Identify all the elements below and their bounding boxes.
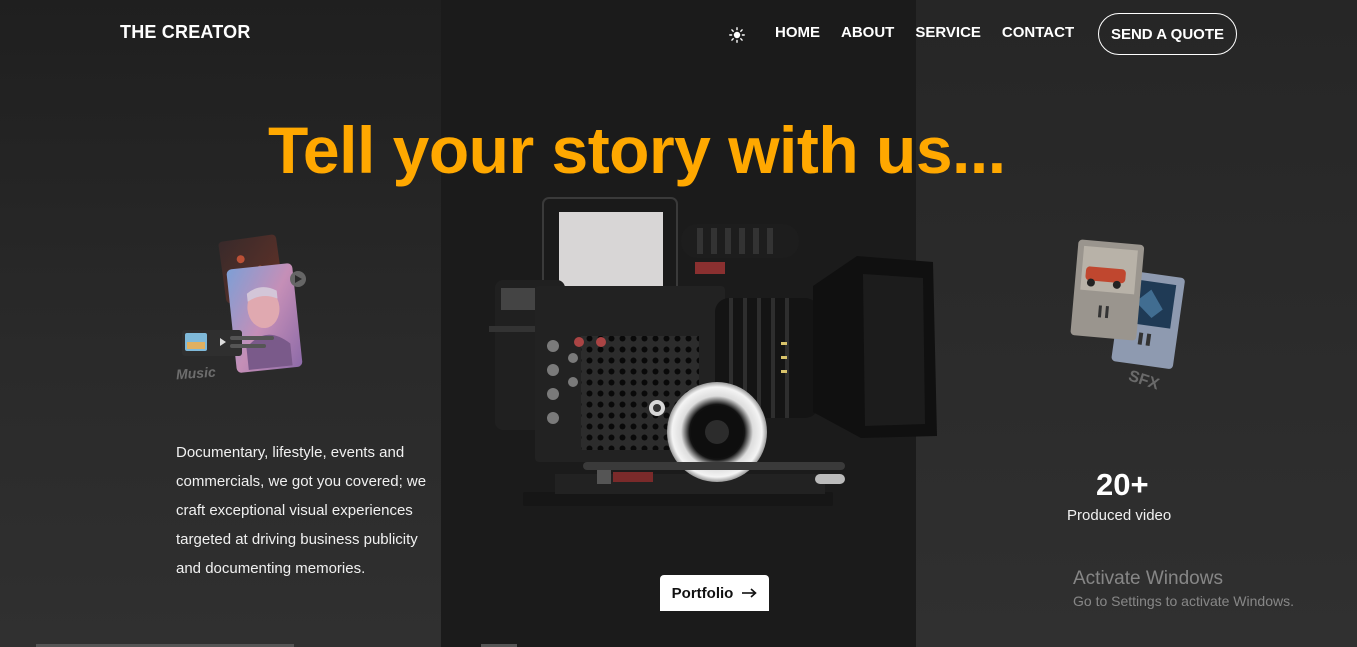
sun-icon[interactable]: [728, 26, 746, 44]
nav-contact[interactable]: CONTACT: [1002, 24, 1074, 41]
portfolio-button[interactable]: Portfolio: [660, 575, 769, 611]
nav-home[interactable]: HOME: [775, 24, 820, 41]
arrow-right-icon: [741, 585, 758, 602]
brand-logo[interactable]: THE CREATOR: [120, 22, 251, 43]
send-quote-button[interactable]: SEND A QUOTE: [1098, 13, 1237, 55]
hero-headline: Tell your story with us...: [268, 113, 1006, 187]
stat-value: 20+: [1096, 467, 1149, 502]
music-label: Music: [175, 363, 217, 383]
hero-description: Documentary, lifestyle, events and comme…: [176, 444, 427, 577]
music-illustration: [170, 228, 320, 388]
cinema-camera-image: [485, 190, 945, 520]
nav-service[interactable]: SERVICE: [915, 24, 981, 41]
portfolio-button-label: Portfolio: [671, 584, 734, 602]
activate-windows-subtitle: Go to Settings to activate Windows.: [1073, 593, 1294, 609]
nav-about[interactable]: ABOUT: [841, 24, 894, 41]
activate-windows-title: Activate Windows: [1073, 568, 1223, 589]
main-nav: HOME ABOUT SERVICE CONTACT: [775, 24, 1074, 41]
sfx-illustration: [1062, 234, 1192, 384]
stat-label: Produced video: [1067, 507, 1172, 524]
